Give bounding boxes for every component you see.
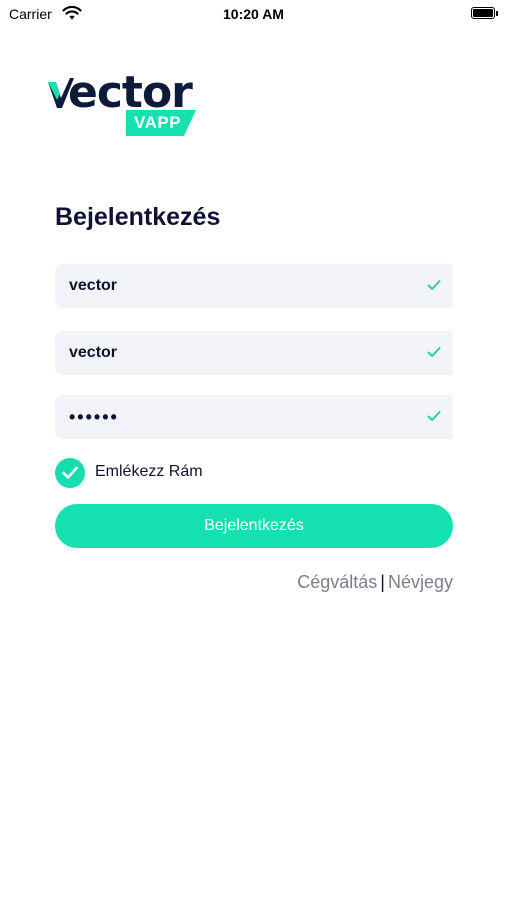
remember-me-label: Emlékezz Rám xyxy=(95,463,203,480)
valid-check-icon xyxy=(427,347,441,357)
password-input[interactable] xyxy=(69,395,409,439)
battery-tip xyxy=(496,11,498,16)
checkmark-icon xyxy=(62,466,78,479)
vector-vapp-logo: ector VAPP xyxy=(48,70,208,140)
about-link[interactable]: Névjegy xyxy=(388,572,453,592)
login-button[interactable]: Bejelentkezés xyxy=(55,504,453,548)
status-bar: Carrier 10:20 AM xyxy=(0,0,507,30)
link-separator: | xyxy=(380,572,385,592)
valid-check-icon xyxy=(427,411,441,421)
password-field[interactable] xyxy=(55,395,453,439)
footer-links: Cégváltás | Névjegy xyxy=(253,572,453,593)
logo-badge-text: VAPP xyxy=(134,113,182,132)
remember-me-toggle[interactable]: Emlékezz Rám xyxy=(55,457,255,489)
remember-checkbox[interactable] xyxy=(55,458,85,488)
page-title: Bejelentkezés xyxy=(55,203,221,231)
battery-icon xyxy=(471,7,495,19)
clock: 10:20 AM xyxy=(223,6,284,22)
company-field[interactable] xyxy=(55,264,453,308)
username-input[interactable] xyxy=(69,331,409,375)
valid-check-icon xyxy=(427,280,441,290)
company-switch-link[interactable]: Cégváltás xyxy=(297,572,377,592)
username-field[interactable] xyxy=(55,331,453,375)
company-input[interactable] xyxy=(69,264,409,308)
